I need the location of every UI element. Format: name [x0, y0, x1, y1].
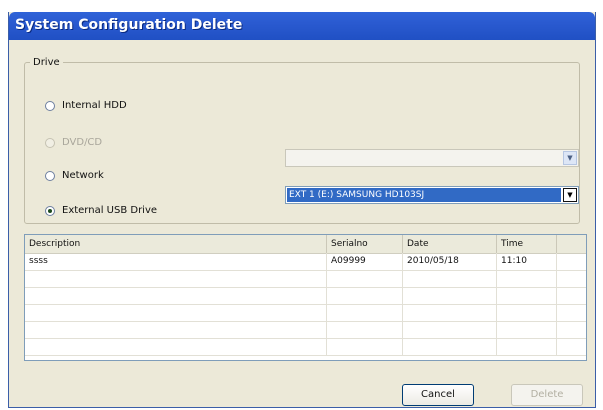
empty-cell: [327, 270, 403, 287]
title-bar[interactable]: System Configuration Delete: [9, 12, 595, 40]
drive-group-label: Drive: [33, 57, 60, 68]
radio-network[interactable]: Network: [45, 170, 104, 181]
empty-cell: [25, 270, 327, 287]
empty-cell: [497, 270, 557, 287]
radio-dvd-cd: DVD/CD: [45, 137, 102, 148]
radio-external-usb[interactable]: External USB Drive: [45, 205, 157, 216]
network-path-combo: ▼: [285, 149, 579, 167]
empty-cell: [25, 287, 327, 304]
chevron-down-icon: ▼: [563, 151, 577, 165]
delete-button: Delete: [511, 384, 583, 406]
empty-cell: [327, 304, 403, 321]
column-header-description[interactable]: Description: [25, 235, 327, 253]
cell-serialno: A09999: [327, 253, 403, 270]
radio-label: Network: [62, 170, 104, 181]
usb-drive-combo[interactable]: EXT 1 (E:) SAMSUNG HD103SJ ▼: [285, 186, 579, 204]
empty-cell: [327, 287, 403, 304]
empty-cell: [25, 304, 327, 321]
empty-cell: [327, 338, 403, 355]
empty-cell: [497, 287, 557, 304]
empty-row: [25, 270, 586, 288]
empty-cell: [403, 287, 497, 304]
window-title: System Configuration Delete: [15, 17, 243, 33]
table-row[interactable]: ssss A09999 2010/05/18 11:10: [25, 253, 586, 271]
usb-drive-value: EXT 1 (E:) SAMSUNG HD103SJ: [287, 188, 561, 202]
empty-cell: [497, 304, 557, 321]
radio-button: [45, 137, 55, 148]
radio-button[interactable]: [45, 170, 55, 181]
empty-cell: [25, 338, 327, 355]
table-header: Description Serialno Date Time: [25, 235, 586, 254]
radio-label: DVD/CD: [62, 137, 103, 148]
empty-cell: [403, 270, 497, 287]
radio-button[interactable]: [45, 205, 55, 216]
empty-row: [25, 287, 586, 305]
cancel-button[interactable]: Cancel: [402, 384, 474, 406]
empty-cell: [497, 338, 557, 355]
cell-description: ssss: [25, 253, 327, 270]
empty-row: [25, 304, 586, 322]
cell-date: 2010/05/18: [403, 253, 497, 270]
empty-cell: [25, 321, 327, 338]
empty-row: [25, 338, 586, 356]
empty-row: [25, 321, 586, 339]
config-list-table[interactable]: Description Serialno Date Time ssss A099…: [24, 234, 587, 361]
network-path-value: [286, 150, 562, 166]
column-header-time[interactable]: Time: [497, 235, 557, 253]
empty-cell: [403, 304, 497, 321]
radio-internal-hdd[interactable]: Internal HDD: [45, 100, 127, 111]
column-header-date[interactable]: Date: [403, 235, 497, 253]
radio-label: External USB Drive: [62, 205, 158, 216]
dialog-window: System Configuration Delete Drive Intern…: [8, 12, 596, 408]
radio-label: Internal HDD: [62, 100, 127, 111]
column-header-serialno[interactable]: Serialno: [327, 235, 403, 253]
empty-cell: [403, 338, 497, 355]
empty-cell: [403, 321, 497, 338]
empty-cell: [497, 321, 557, 338]
cell-time: 11:10: [497, 253, 557, 270]
radio-button[interactable]: [45, 100, 55, 111]
empty-cell: [327, 321, 403, 338]
chevron-down-icon[interactable]: ▼: [563, 188, 577, 202]
